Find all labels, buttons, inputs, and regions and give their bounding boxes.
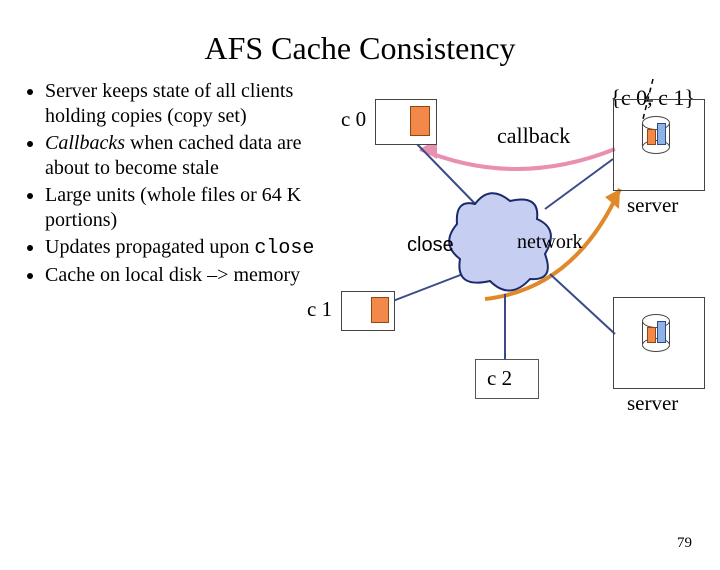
- bullet-item: Callbacks when cached data are about to …: [45, 131, 345, 181]
- slide-body: Server keeps state of all clients holdin…: [0, 79, 720, 459]
- bullet-text: Server keeps state of all clients holdin…: [45, 80, 293, 127]
- client-c2-label: c 2: [487, 366, 512, 391]
- bullet-text: Large units (whole files or 64 K portion…: [45, 184, 301, 231]
- server-2-box: [613, 297, 705, 389]
- bullet-text: Cache on local disk –> memory: [45, 264, 300, 286]
- client-c0-label: c 0: [341, 107, 366, 132]
- client-c1-box: [341, 291, 395, 331]
- client-c0-box: [375, 99, 437, 145]
- bullet-text-mono: close: [254, 237, 314, 260]
- server-1-box: [613, 99, 705, 191]
- bullet-text-italic: Callbacks: [45, 132, 125, 154]
- client-c1-label: c 1: [307, 297, 332, 322]
- bullet-item: Large units (whole files or 64 K portion…: [45, 183, 345, 233]
- file-block-icon: [410, 106, 430, 136]
- bullet-list: Server keeps state of all clients holdin…: [0, 79, 345, 459]
- disk-icon: [642, 118, 670, 152]
- server-2-label: server: [627, 391, 678, 416]
- network-label: network: [517, 231, 583, 254]
- callback-label: callback: [497, 123, 570, 149]
- bullet-text: Updates propagated upon: [45, 236, 254, 258]
- close-label: close: [407, 234, 454, 257]
- bullet-item: Updates propagated upon close: [45, 235, 345, 261]
- slide-title: AFS Cache Consistency: [0, 30, 720, 67]
- bullet-item: Server keeps state of all clients holdin…: [45, 79, 345, 129]
- page-number: 79: [677, 535, 692, 552]
- file-block-icon: [371, 297, 389, 323]
- server-1-label: server: [627, 193, 678, 218]
- disk-icon: [642, 316, 670, 350]
- diagram-area: c 0 c 1 c 2 server server callback close: [345, 79, 720, 459]
- bullet-item: Cache on local disk –> memory: [45, 263, 345, 288]
